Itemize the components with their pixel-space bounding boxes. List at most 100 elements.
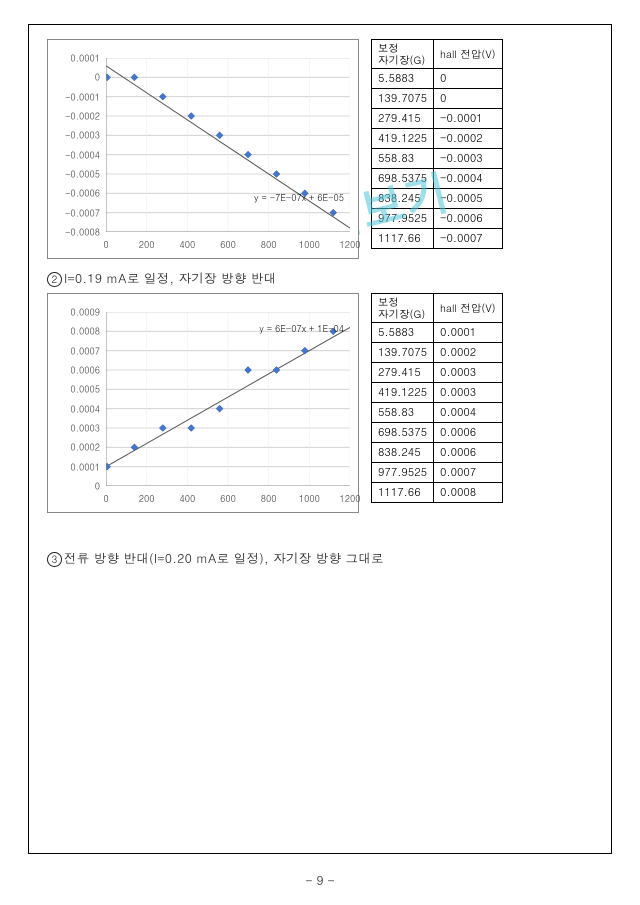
cell-g: 838.245 [372, 443, 434, 463]
chart-2-plot: y = 6E-07x + 1E-04 [106, 312, 350, 486]
chart-1: 0.0001 0 -0.0001 -0.0002 -0.0003 -0.0004 -0.00… [47, 39, 359, 259]
table-row: 139.70750.0002 [372, 343, 503, 363]
cell-g: 139.7075 [372, 343, 434, 363]
xtick-label: 200 [139, 238, 155, 251]
table-row: 558.83-0.0003 [372, 149, 503, 169]
table-header-row: 보정자기장(G) hall 전압(V) [372, 40, 503, 69]
table-row: 1117.66-0.0007 [372, 229, 503, 249]
cell-v: 0.0002 [434, 343, 503, 363]
table-1-col1-header: 보정자기장(G) [372, 40, 434, 69]
xtick-label: 800 [261, 238, 277, 251]
table-row: 698.5375-0.0004 [372, 169, 503, 189]
cell-v: -0.0006 [434, 209, 503, 229]
chart-2: 0.00090.00080.00070.00060.00050.00040.00… [47, 293, 359, 513]
cell-g: 977.9525 [372, 463, 434, 483]
cell-g: 279.415 [372, 363, 434, 383]
cell-v: 0 [434, 89, 503, 109]
cell-v: 0.0003 [434, 383, 503, 403]
cell-g: 279.415 [372, 109, 434, 129]
ytick-label: 0.0003 [70, 422, 100, 435]
xtick-label: 1000 [299, 492, 320, 505]
table-1-col2-header: hall 전압(V) [434, 40, 503, 69]
table-row: 977.9525-0.0006 [372, 209, 503, 229]
ytick-label: 0.0001 [70, 460, 100, 473]
xtick-label: 800 [261, 492, 277, 505]
chart-1-svg [106, 58, 350, 232]
table-row: 977.95250.0007 [372, 463, 503, 483]
xtick-label: 600 [220, 238, 236, 251]
cell-v: -0.0003 [434, 149, 503, 169]
chart-2-yaxis: 0.00090.00080.00070.00060.00050.00040.00… [50, 312, 102, 486]
cell-v: 0.0006 [434, 423, 503, 443]
ytick-label: 0 [95, 71, 100, 84]
ytick-label: 0.0004 [70, 402, 100, 415]
cell-g: 698.5375 [372, 169, 434, 189]
xtick-label: 600 [220, 492, 236, 505]
cell-g: 698.5375 [372, 423, 434, 443]
chart-1-plot: y = -7E-07x + 6E-05 [106, 58, 350, 232]
ytick-label: 0 [95, 480, 100, 493]
cell-g: 419.1225 [372, 129, 434, 149]
cell-v: -0.0007 [434, 229, 503, 249]
table-row: 5.58830.0001 [372, 323, 503, 343]
ytick-label: -0.0004 [65, 148, 100, 161]
ytick-label: 0.0002 [70, 441, 100, 454]
table-row: 838.245-0.0005 [372, 189, 503, 209]
cell-v: 0 [434, 69, 503, 89]
cell-v: 0.0007 [434, 463, 503, 483]
cell-v: -0.0002 [434, 129, 503, 149]
caption-3: 3전류 방향 반대(I=0.20 mA로 일정), 자기장 방향 그대로 [47, 549, 593, 567]
cell-g: 419.1225 [372, 383, 434, 403]
table-header-row: 보정자기장(G) hall 전압(V) [372, 294, 503, 323]
ytick-label: -0.0003 [65, 129, 100, 142]
circled-number-2: 2 [47, 272, 62, 287]
ytick-label: 0.0007 [70, 344, 100, 357]
xtick-label: 400 [179, 492, 195, 505]
cell-g: 139.7075 [372, 89, 434, 109]
cell-v: 0.0004 [434, 403, 503, 423]
ytick-label: -0.0002 [65, 110, 100, 123]
cell-g: 1117.66 [372, 483, 434, 503]
cell-g: 977.9525 [372, 209, 434, 229]
table-row: 419.12250.0003 [372, 383, 503, 403]
cell-v: 0.0006 [434, 443, 503, 463]
cell-g: 5.5883 [372, 323, 434, 343]
ytick-label: -0.0006 [65, 187, 100, 200]
xtick-label: 400 [179, 238, 195, 251]
chart-2-svg [106, 312, 350, 486]
table-row: 698.53750.0006 [372, 423, 503, 443]
ytick-label: 0.0009 [70, 306, 100, 319]
cell-g: 5.5883 [372, 69, 434, 89]
xtick-label: 1200 [340, 492, 361, 505]
chart-2-equation: y = 6E-07x + 1E-04 [259, 322, 344, 335]
ytick-label: -0.0008 [65, 226, 100, 239]
ytick-label: 0.0005 [70, 383, 100, 396]
cell-v: 0.0003 [434, 363, 503, 383]
cell-g: 558.83 [372, 149, 434, 169]
page-number: - 9 - [0, 872, 640, 889]
chart-1-xaxis: 020040060080010001200 [106, 238, 350, 252]
content-frame: 미리보기 0.00010-0.0001-0.0002-0.0003-0.0004… [28, 24, 612, 854]
table-row: 279.415-0.0001 [372, 109, 503, 129]
table-2: 보정자기장(G) hall 전압(V) 5.58830.0001139.7075… [371, 293, 503, 503]
block-1: 0.00010-0.0001-0.0002-0.0003-0.0004-0.00… [47, 39, 593, 259]
cell-v: -0.0001 [434, 109, 503, 129]
page: 미리보기 0.00010-0.0001-0.0002-0.0003-0.0004… [0, 0, 640, 905]
cell-v: 0.0008 [434, 483, 503, 503]
table-1: 보정자기장(G) hall 전압(V) 5.58830139.70750279.… [371, 39, 503, 249]
xtick-label: 0 [103, 238, 108, 251]
table-2-col2-header: hall 전압(V) [434, 294, 503, 323]
cell-g: 838.245 [372, 189, 434, 209]
xtick-label: 1000 [299, 238, 320, 251]
table-row: 838.2450.0006 [372, 443, 503, 463]
xtick-label: 1200 [340, 238, 361, 251]
ytick-label: -0.0001 [65, 90, 100, 103]
ytick-label: 0.0001 [70, 52, 100, 65]
xtick-label: 200 [139, 492, 155, 505]
table-2-col1-header: 보정자기장(G) [372, 294, 434, 323]
chart-1-yaxis: 0.00010-0.0001-0.0002-0.0003-0.0004-0.00… [50, 58, 102, 232]
table-row: 1117.660.0008 [372, 483, 503, 503]
table-row: 279.4150.0003 [372, 363, 503, 383]
ytick-label: 0.0008 [70, 325, 100, 338]
chart-2-xaxis: 020040060080010001200 [106, 492, 350, 506]
